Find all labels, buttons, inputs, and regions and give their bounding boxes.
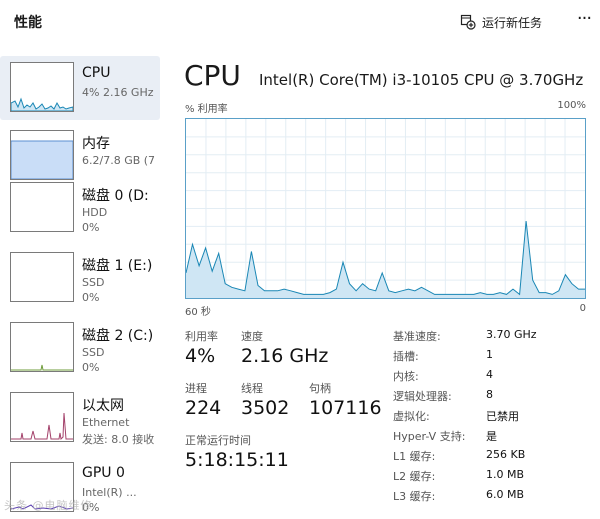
spec-value-l1-cache: 256 KB [486, 448, 526, 461]
new-task-icon [460, 14, 476, 30]
spec-value-logical-processors: 8 [486, 388, 493, 401]
sidebar-item-detail: HDD [82, 206, 108, 219]
uptime-value: 5:18:15:11 [185, 449, 289, 471]
sidebar-item-disk-0[interactable]: 磁盘 0 (D: HDD 0% [0, 176, 160, 240]
cpu-usage-chart [185, 118, 586, 299]
run-new-task-label: 运行新任务 [482, 15, 543, 30]
page-title: 性能 [14, 15, 42, 31]
watermark: 头条 @电脑维修 [4, 499, 93, 512]
chart-y-label: % 利用率 [185, 104, 228, 115]
handles-label: 句柄 [309, 382, 331, 395]
spec-value-base-speed: 3.70 GHz [486, 328, 537, 341]
spec-value-cores: 4 [486, 368, 493, 381]
cpu-detail-panel: CPU Intel(R) Core(TM) i3-10105 CPU @ 3.7… [176, 52, 600, 519]
cpu-heading: CPU [184, 59, 241, 92]
processes-value: 224 [185, 397, 222, 419]
utilization-label: 利用率 [185, 330, 218, 343]
chart-x-start-label: 60 秒 [185, 307, 211, 318]
memory-thumbnail-graph [10, 130, 74, 180]
spec-value-l3-cache: 6.0 MB [486, 488, 525, 501]
sidebar-item-label: 内存 [82, 136, 110, 152]
utilization-value: 4% [185, 345, 216, 367]
cpu-thumbnail-graph [10, 62, 74, 112]
header: 性能 运行新任务 ··· [0, 0, 600, 46]
disk0-thumbnail-graph [10, 182, 74, 232]
processes-label: 进程 [185, 382, 207, 395]
spec-value-sockets: 1 [486, 348, 493, 361]
spec-label-cores: 内核: [393, 370, 419, 383]
sidebar-item-usage: 发送: 8.0 接收 [82, 433, 155, 446]
spec-label-virtualization: 虚拟化: [393, 410, 430, 423]
spec-label-base-speed: 基准速度: [393, 330, 441, 343]
speed-value: 2.16 GHz [241, 345, 329, 367]
sidebar-item-detail: Ethernet [82, 416, 130, 429]
spec-label-l2-cache: L2 缓存: [393, 470, 436, 483]
sidebar-item-detail: SSD [82, 276, 105, 289]
sidebar-item-usage: 0% [82, 221, 100, 234]
disk2-thumbnail-graph [10, 322, 74, 372]
threads-value: 3502 [241, 397, 290, 419]
sidebar-item-disk-2[interactable]: 磁盘 2 (C:) SSD 0% [0, 316, 160, 380]
spec-label-l3-cache: L3 缓存: [393, 490, 436, 503]
spec-label-l1-cache: L1 缓存: [393, 450, 436, 463]
sidebar-item-detail: SSD [82, 346, 105, 359]
sidebar-item-disk-1[interactable]: 磁盘 1 (E:) SSD 0% [0, 246, 160, 310]
sidebar-item-detail: 4% 2.16 GHz [82, 86, 154, 99]
uptime-label: 正常运行时间 [185, 434, 251, 447]
sidebar: CPU 4% 2.16 GHz 内存 6.2/7.8 GB (7 磁盘 0 (D… [0, 52, 162, 519]
ethernet-thumbnail-graph [10, 392, 74, 442]
sidebar-item-usage: 0% [82, 361, 100, 374]
disk1-thumbnail-graph [10, 252, 74, 302]
chart-x-end-label: 0 [579, 303, 586, 314]
cpu-model-name: Intel(R) Core(TM) i3-10105 CPU @ 3.70GHz [259, 71, 584, 89]
sidebar-item-label: 以太网 [82, 398, 124, 414]
sidebar-item-cpu[interactable]: CPU 4% 2.16 GHz [0, 56, 160, 120]
spec-value-virtualization: 已禁用 [486, 410, 519, 423]
sidebar-item-label: 磁盘 0 (D: [82, 188, 149, 204]
sidebar-item-ethernet[interactable]: 以太网 Ethernet 发送: 8.0 接收 [0, 386, 160, 450]
sidebar-item-label: 磁盘 1 (E:) [82, 258, 153, 274]
sidebar-item-usage: 0% [82, 291, 100, 304]
spec-label-logical-processors: 逻辑处理器: [393, 390, 452, 403]
sidebar-item-detail: 6.2/7.8 GB (7 [82, 154, 156, 167]
spec-value-l2-cache: 1.0 MB [486, 468, 525, 481]
spec-label-hyperv: Hyper-V 支持: [393, 430, 466, 443]
sidebar-item-label: 磁盘 2 (C:) [82, 328, 154, 344]
sidebar-item-label: CPU [82, 65, 111, 81]
sidebar-item-label: GPU 0 [82, 465, 125, 481]
threads-label: 线程 [241, 382, 263, 395]
spec-value-hyperv: 是 [486, 430, 497, 443]
run-new-task-button[interactable]: 运行新任务 [460, 11, 542, 33]
handles-value: 107116 [309, 397, 382, 419]
chart-y-max-label: 100% [557, 100, 586, 111]
speed-label: 速度 [241, 330, 263, 343]
ellipsis-icon[interactable]: ··· [572, 10, 596, 34]
spec-label-sockets: 插槽: [393, 350, 419, 363]
